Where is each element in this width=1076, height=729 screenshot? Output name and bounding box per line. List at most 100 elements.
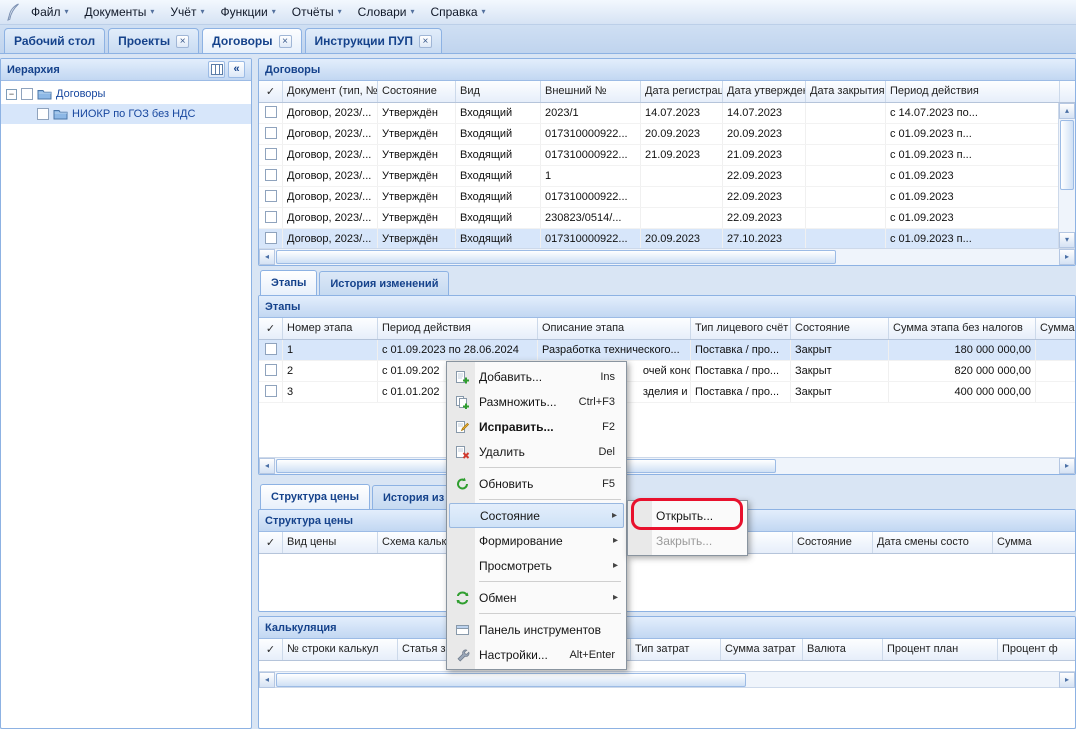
row-checkbox[interactable] xyxy=(265,106,277,118)
tree-checkbox[interactable] xyxy=(21,88,33,100)
column-header[interactable]: Дата закрытия xyxy=(806,81,886,102)
menubar-item-help[interactable]: Справка▾ xyxy=(422,2,493,22)
table-row[interactable]: 3с 01.01.202 зделия и ...Поставка / про.… xyxy=(259,382,1075,403)
column-header[interactable]: Процент ф xyxy=(998,639,1075,660)
tree-expander-icon[interactable]: − xyxy=(6,89,17,100)
scroll-right-button[interactable]: ▸ xyxy=(1059,672,1075,688)
row-checkbox[interactable] xyxy=(265,127,277,139)
stages-tab-changes-history[interactable]: История изменений xyxy=(319,271,449,295)
scroll-left-button[interactable]: ◂ xyxy=(259,458,275,474)
table-row[interactable]: 1с 01.09.2023 по 28.06.2024Разработка те… xyxy=(259,340,1075,361)
column-header[interactable]: Состояние xyxy=(791,318,889,339)
table-row[interactable]: Договор, 2023/...УтверждёнВходящий122.09… xyxy=(259,166,1075,187)
hierarchy-columns-button[interactable] xyxy=(208,61,225,78)
column-header[interactable]: Сумма xyxy=(1036,318,1075,339)
context-menu-item-toolbar-panel[interactable]: Панель инструментов xyxy=(449,617,624,642)
context-menu-item-formation[interactable]: Формирование▸ xyxy=(449,528,624,553)
contracts-horizontal-scrollbar[interactable]: ◂▸ xyxy=(259,248,1075,265)
hierarchy-collapse-button[interactable]: « xyxy=(228,61,245,78)
column-header[interactable]: Сумма затрат xyxy=(721,639,803,660)
submenu-item-open[interactable]: Открыть... xyxy=(630,503,745,528)
context-menu-item-add[interactable]: Добавить...Ins xyxy=(449,364,624,389)
column-header[interactable]: Документ (тип, № xyxy=(283,81,378,102)
column-header[interactable]: Процент план xyxy=(883,639,998,660)
column-header[interactable]: Вид xyxy=(456,81,541,102)
table-row[interactable]: Договор, 2023/...УтверждёнВходящий230823… xyxy=(259,208,1075,229)
column-header[interactable]: Период действия xyxy=(886,81,1060,102)
column-header[interactable]: Валюта xyxy=(803,639,883,660)
column-header[interactable]: Дата утверждения xyxy=(723,81,806,102)
tab-contracts[interactable]: Договоры× xyxy=(202,28,301,53)
column-header[interactable]: ✓ xyxy=(259,81,283,102)
context-menu-item-refresh[interactable]: ОбновитьF5 xyxy=(449,471,624,496)
context-menu-item-view[interactable]: Просмотреть▸ xyxy=(449,553,624,578)
scroll-up-button[interactable]: ▴ xyxy=(1059,103,1075,119)
contracts-vertical-scrollbar[interactable]: ▴▾ xyxy=(1058,103,1075,248)
scroll-thumb[interactable] xyxy=(276,250,836,264)
scroll-thumb[interactable] xyxy=(276,673,746,687)
scroll-thumb[interactable] xyxy=(1060,120,1074,190)
row-checkbox[interactable] xyxy=(265,190,277,202)
column-header[interactable]: Вид цены xyxy=(283,532,378,553)
column-header[interactable]: Внешний № xyxy=(541,81,641,102)
column-header[interactable]: ✓ xyxy=(259,532,283,553)
column-header[interactable]: ✓ xyxy=(259,318,283,339)
column-header[interactable]: Состояние xyxy=(793,532,873,553)
scroll-right-button[interactable]: ▸ xyxy=(1059,458,1075,474)
scroll-left-button[interactable]: ◂ xyxy=(259,249,275,265)
context-menu-item-duplicate[interactable]: Размножить...Ctrl+F3 xyxy=(449,389,624,414)
menubar-item-functions[interactable]: Функции▾ xyxy=(212,2,283,22)
menubar-item-accounting[interactable]: Учёт▾ xyxy=(162,2,212,22)
stages-tab-stages[interactable]: Этапы xyxy=(260,270,317,295)
stages-horizontal-scrollbar[interactable]: ◂▸ xyxy=(259,457,1075,474)
scroll-down-button[interactable]: ▾ xyxy=(1059,232,1075,248)
tab-pup-instructions[interactable]: Инструкции ПУП× xyxy=(305,28,442,53)
tree-node[interactable]: −Договоры xyxy=(1,84,251,104)
tab-close-icon[interactable]: × xyxy=(279,35,292,48)
menubar-item-reports[interactable]: Отчёты▾ xyxy=(284,2,350,22)
column-header[interactable]: Тип затрат xyxy=(631,639,721,660)
column-header[interactable]: Дата смены состо xyxy=(873,532,993,553)
tab-projects[interactable]: Проекты× xyxy=(108,28,199,53)
scroll-left-button[interactable]: ◂ xyxy=(259,672,275,688)
tab-close-icon[interactable]: × xyxy=(419,35,432,48)
calc-horizontal-scrollbar[interactable]: ◂▸ xyxy=(259,671,1075,688)
table-row[interactable]: Договор, 2023/...УтверждёнВходящий2023/1… xyxy=(259,103,1075,124)
scroll-right-button[interactable]: ▸ xyxy=(1059,249,1075,265)
column-header[interactable]: № строки калькул xyxy=(283,639,398,660)
tree-node[interactable]: НИОКР по ГОЗ без НДС xyxy=(1,104,251,124)
column-header[interactable]: Описание этапа xyxy=(538,318,691,339)
column-header[interactable]: Номер этапа xyxy=(283,318,378,339)
row-checkbox[interactable] xyxy=(265,364,277,376)
column-header[interactable]: ✓ xyxy=(259,639,283,660)
row-checkbox[interactable] xyxy=(265,343,277,355)
column-header[interactable]: Сумма этапа без налогов xyxy=(889,318,1036,339)
row-checkbox[interactable] xyxy=(265,211,277,223)
table-row[interactable]: Договор, 2023/...УтверждёнВходящий017310… xyxy=(259,145,1075,166)
row-checkbox[interactable] xyxy=(265,148,277,160)
column-header[interactable]: Период действия xyxy=(378,318,538,339)
context-menu-item-state[interactable]: Состояние▸ xyxy=(449,503,624,528)
table-row[interactable]: Договор, 2023/...УтверждёнВходящий017310… xyxy=(259,187,1075,208)
row-checkbox[interactable] xyxy=(265,232,277,244)
price-tab-changes-history[interactable]: История из xyxy=(372,485,455,509)
row-checkbox[interactable] xyxy=(265,385,277,397)
row-checkbox[interactable] xyxy=(265,169,277,181)
table-row[interactable]: Договор, 2023/...УтверждёнВходящий017310… xyxy=(259,124,1075,145)
price-tab-price-structure[interactable]: Структура цены xyxy=(260,484,370,509)
context-menu-item-delete[interactable]: УдалитьDel xyxy=(449,439,624,464)
submenu-item-close[interactable]: Закрыть... xyxy=(630,528,745,553)
table-row[interactable]: Договор, 2023/...УтверждёнВходящий017310… xyxy=(259,229,1075,250)
column-header[interactable]: Состояние xyxy=(378,81,456,102)
tab-close-icon[interactable]: × xyxy=(176,35,189,48)
column-header[interactable]: Дата регистрации xyxy=(641,81,723,102)
column-header[interactable]: Сумма xyxy=(993,532,1075,553)
menubar-item-file[interactable]: Файл▾ xyxy=(23,2,77,22)
tab-desktop[interactable]: Рабочий стол xyxy=(4,28,105,53)
tree-checkbox[interactable] xyxy=(37,108,49,120)
context-menu-item-edit[interactable]: Исправить...F2 xyxy=(449,414,624,439)
context-menu-item-exchange[interactable]: Обмен▸ xyxy=(449,585,624,610)
menubar-item-dictionaries[interactable]: Словари▾ xyxy=(350,2,423,22)
context-menu-item-settings[interactable]: Настройки...Alt+Enter xyxy=(449,642,624,667)
menubar-item-documents[interactable]: Документы▾ xyxy=(77,2,163,22)
